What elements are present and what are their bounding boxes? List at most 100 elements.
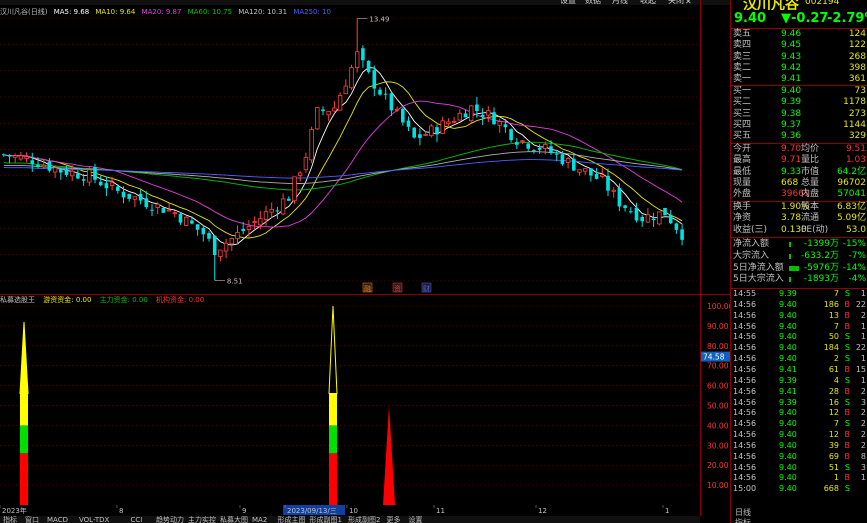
candle-down <box>509 129 513 141</box>
bid-volume: 1178 <box>843 97 866 108</box>
bottom-tab[interactable]: MA2 <box>252 516 267 523</box>
stat-value: 57041 <box>837 189 866 200</box>
tick-count: 2 <box>860 408 866 418</box>
candle-down <box>389 93 394 111</box>
candle-up <box>446 121 451 124</box>
candle-up <box>41 164 46 168</box>
tick-price: 9.40 <box>779 299 797 309</box>
candle-up <box>292 176 297 202</box>
flow-value: -1399万 <box>803 239 839 249</box>
tick-volume: 28 <box>828 386 839 396</box>
tick-side: S <box>844 462 850 472</box>
candle-down <box>98 181 103 186</box>
bottom-tab[interactable]: 指标 <box>3 516 17 523</box>
candle-down <box>475 104 479 111</box>
bottom-tab[interactable]: 窗口 <box>25 516 39 523</box>
bottom-tab[interactable]: CCI <box>131 516 143 523</box>
indicator-chart[interactable]: 100.00 90.00 80.00 70.00 60.00 50.00 40.00 30.0… <box>0 296 730 510</box>
tick-count: 2 <box>860 386 866 396</box>
bid-label: 买二 <box>733 97 752 108</box>
date-label: 8 <box>119 507 123 515</box>
bottom-tab[interactable]: 主力实控 <box>188 516 216 523</box>
tick-time: 14:56 <box>733 310 757 320</box>
tick-row: 14:56 9.40 7 S 2 <box>731 419 867 429</box>
bottom-tab[interactable]: VOL-TDX <box>79 516 109 523</box>
bottom-tab[interactable]: 形成主图 <box>278 516 306 523</box>
candle-down <box>212 235 217 256</box>
candle-up <box>303 156 309 171</box>
candle-down <box>629 211 633 213</box>
zhuli-fund-bar <box>329 425 337 454</box>
quote-row: 卖五 9.46 124 <box>731 29 867 40</box>
youzi-fund-peak <box>328 305 338 395</box>
stat-key: 内盘 <box>801 189 820 200</box>
tick-volume: 1 <box>833 473 839 483</box>
tick-volume: 7 <box>833 289 839 298</box>
tick-row: 14:56 9.40 51 S 3 <box>731 463 867 473</box>
indicator-tick-label: 40.00 <box>707 421 729 430</box>
stat-value: 96702 <box>837 177 866 188</box>
candle-up <box>543 143 548 149</box>
candle-down <box>412 127 416 138</box>
candle-up <box>520 140 525 143</box>
candle-up <box>394 108 400 111</box>
candle-down <box>651 218 656 221</box>
candle-up <box>309 128 314 161</box>
flow-pct: -4% <box>848 274 866 285</box>
quote-row: 买五 9.36 329 <box>731 131 867 142</box>
stat-key: 现量 <box>733 177 752 188</box>
youzi-fund-peak <box>19 321 29 395</box>
current-value-label: 74.58 <box>703 353 725 362</box>
date-label: 1 <box>665 507 669 515</box>
candle-up <box>252 221 257 223</box>
zhuli-fund-bar <box>20 425 28 454</box>
tick-side: S <box>844 484 850 494</box>
candle-up <box>577 169 582 173</box>
candle-down <box>572 158 576 171</box>
indicator-tick-label: 10.00 <box>707 481 729 490</box>
candle-down <box>634 207 639 221</box>
stat-key: 收益(三) <box>733 224 768 235</box>
tick-count: 3 <box>860 397 866 407</box>
quote-stock-code: 002194 <box>805 0 840 7</box>
tick-list[interactable]: 14:55 9.39 7 S 1 14:56 9.40 186 B 22 14:56 9.40 13 B 2… <box>731 289 867 499</box>
candle-up <box>326 111 331 116</box>
bottom-tab[interactable]: 更多 <box>387 516 401 523</box>
candle-up <box>132 196 138 200</box>
stat-key: 流通 <box>801 213 820 224</box>
tick-row: 14:56 9.40 1 B 1 <box>731 473 867 483</box>
quote-row: 卖一 9.41 361 <box>731 74 867 85</box>
tick-volume: 61 <box>828 364 839 374</box>
ask-volume: 124 <box>848 29 866 39</box>
date-label: 9 <box>242 507 246 515</box>
price-chart[interactable]: 13.5013.0012.5012.0011.5011.0010.5010.00… <box>0 0 700 296</box>
tick-row: 14:56 9.40 12 B 2 <box>731 408 867 418</box>
date-label: 11 <box>436 507 445 515</box>
tab-indicator[interactable]: 指标 <box>735 517 751 523</box>
candle-up <box>343 85 348 95</box>
bottom-tab[interactable]: 形成副图1 <box>310 516 342 523</box>
bid-label: 买一 <box>733 86 752 96</box>
indicator-tick-label: 90.00 <box>707 322 729 331</box>
candle-up <box>52 167 58 173</box>
flow-value: -5976万 <box>803 262 839 273</box>
ask-label: 卖一 <box>733 74 752 85</box>
last-price: 9.40 <box>734 11 767 26</box>
bottom-tab[interactable]: 趋势动力 <box>156 516 184 523</box>
quote-row: 最高 9.71 量比 1.03 <box>731 155 867 166</box>
quote-row: 卖四 9.45 122 <box>731 40 867 51</box>
candle-up <box>218 249 223 257</box>
candle-up <box>229 238 234 245</box>
candle-down <box>537 147 542 150</box>
tick-price: 9.40 <box>779 310 797 320</box>
flow-value: -633.2万 <box>800 250 839 261</box>
bottom-tab[interactable]: 私募大图 <box>220 516 248 523</box>
candle-down <box>178 213 183 223</box>
candle-down <box>116 186 120 191</box>
bottom-tab[interactable]: 设置 <box>409 516 423 523</box>
bottom-tab[interactable]: MACD <box>47 516 68 523</box>
candle-down <box>560 154 565 165</box>
bottom-tab[interactable]: 形成副图2 <box>348 516 380 523</box>
candle-up <box>172 212 177 215</box>
stat-value: 668 <box>781 177 799 188</box>
